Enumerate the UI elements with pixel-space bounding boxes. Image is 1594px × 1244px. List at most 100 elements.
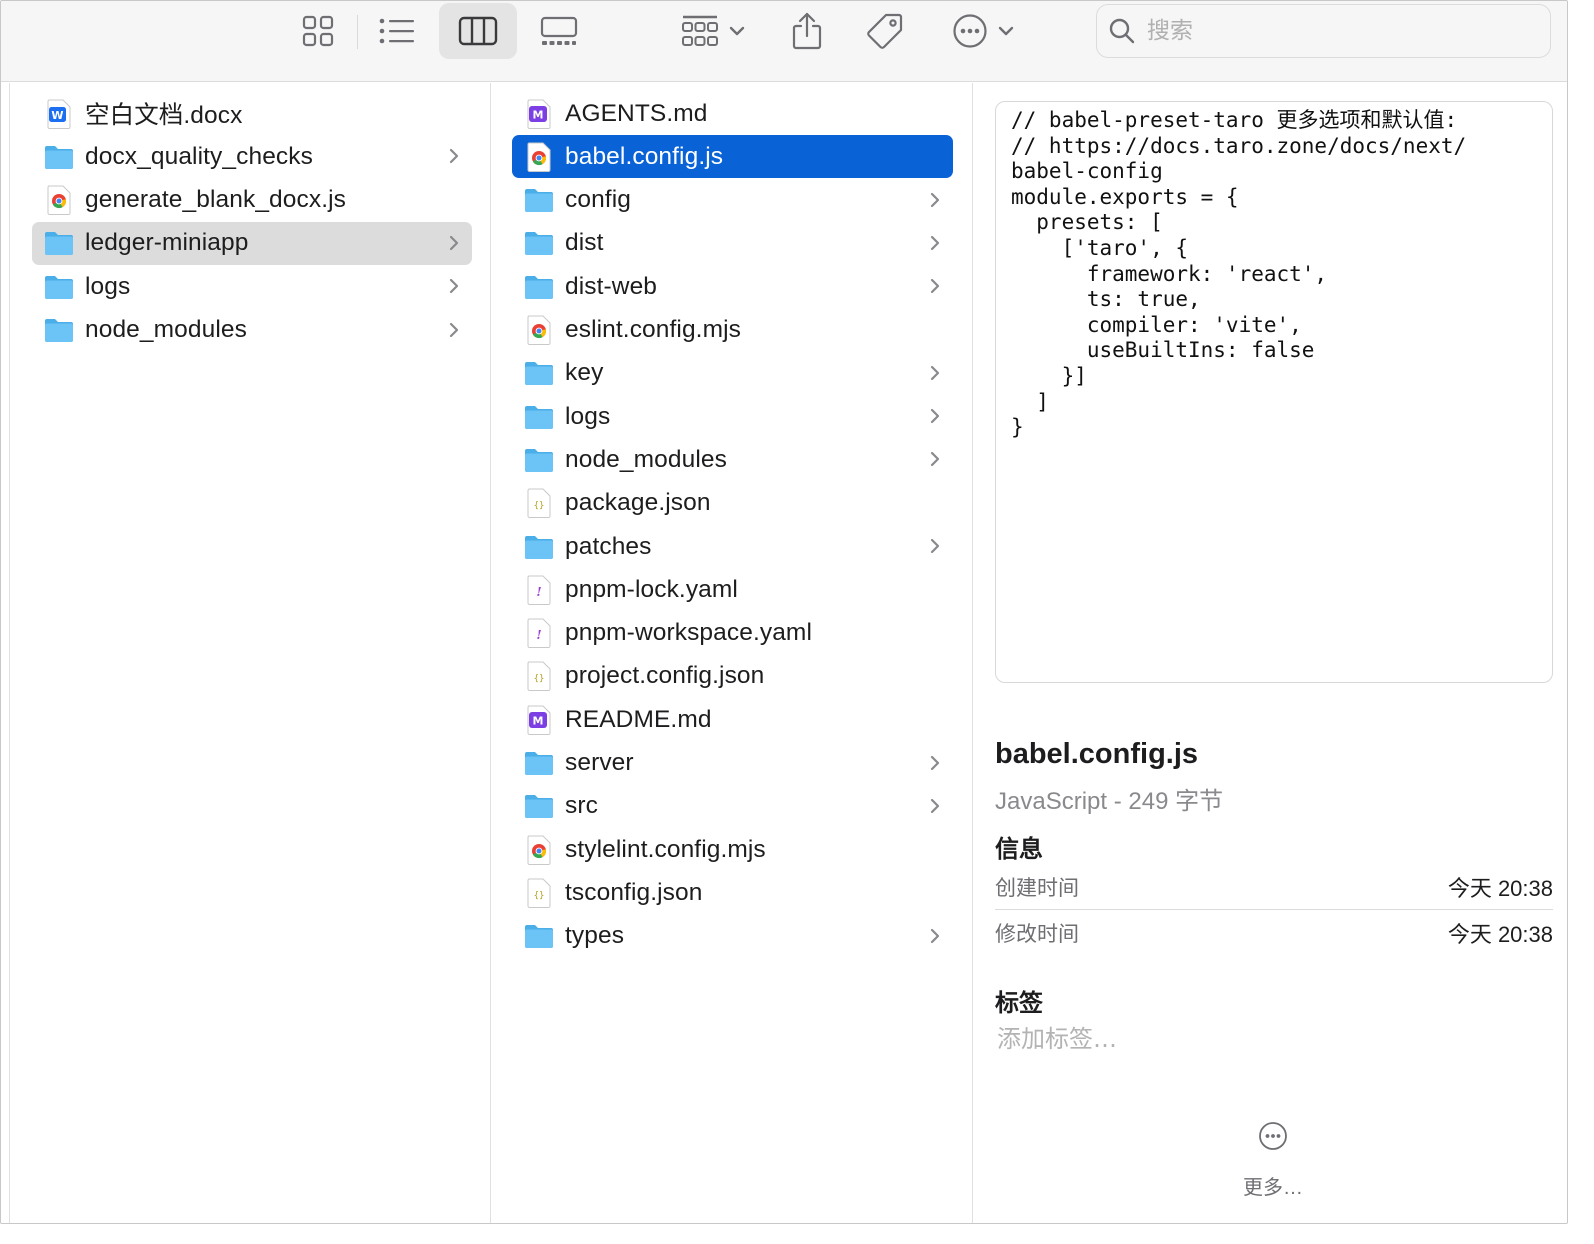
svg-text:W: W bbox=[51, 109, 63, 122]
item-name: babel.config.js bbox=[565, 142, 724, 170]
chrome-doc-icon bbox=[522, 140, 556, 174]
folder-row[interactable]: key bbox=[512, 352, 953, 395]
folder-row[interactable]: patches bbox=[512, 525, 953, 568]
folder-row[interactable]: docx_quality_checks bbox=[32, 135, 472, 178]
gallery-icon bbox=[540, 16, 578, 45]
add-tags-input[interactable] bbox=[997, 1025, 1397, 1053]
chrome-doc-icon bbox=[42, 183, 76, 217]
chevron-right-icon bbox=[448, 321, 460, 344]
file-row[interactable]: stylelint.config.mjs bbox=[512, 828, 953, 871]
columns-icon bbox=[458, 16, 498, 46]
folder-row[interactable]: server bbox=[512, 742, 953, 785]
tag-icon bbox=[867, 13, 903, 49]
finder-window: W 空白文档.docx docx_quality_checks generate_bl… bbox=[0, 0, 1568, 1224]
search-icon bbox=[1109, 18, 1135, 44]
search-input[interactable] bbox=[1147, 18, 1527, 44]
chevron-down-icon bbox=[729, 26, 745, 36]
file-row[interactable]: M AGENTS.md bbox=[512, 92, 953, 135]
chevron-right-icon bbox=[448, 147, 460, 170]
folder-icon bbox=[522, 919, 556, 953]
folder-icon bbox=[522, 226, 556, 260]
info-divider bbox=[995, 909, 1553, 910]
folder-row[interactable]: ledger-miniapp bbox=[32, 221, 472, 265]
folder-row[interactable]: node_modules bbox=[32, 309, 472, 352]
search-field[interactable] bbox=[1096, 4, 1551, 58]
folder-row[interactable]: src bbox=[512, 785, 953, 828]
folder-icon bbox=[522, 183, 556, 217]
column-view-button[interactable] bbox=[439, 3, 517, 59]
grid-icon bbox=[302, 15, 334, 47]
file-row[interactable]: M README.md bbox=[512, 698, 953, 741]
toolbar-divider bbox=[357, 15, 358, 49]
file-row[interactable]: ! pnpm-lock.yaml bbox=[512, 568, 953, 611]
json-doc-icon: {} bbox=[522, 876, 556, 910]
more-button[interactable]: 更多… bbox=[1231, 1121, 1315, 1200]
item-name: dist-web bbox=[565, 272, 658, 300]
item-name: server bbox=[565, 749, 634, 776]
item-name: node_modules bbox=[85, 316, 247, 343]
chevron-right-icon bbox=[929, 754, 941, 777]
file-preview: // babel-preset-taro 更多选项和默认值: // https:… bbox=[995, 101, 1553, 683]
svg-text:{}: {} bbox=[534, 674, 545, 684]
folder-row[interactable]: node_modules bbox=[512, 438, 953, 481]
svg-text:!: ! bbox=[536, 585, 541, 599]
modified-value: 今天 20:38 bbox=[1447, 922, 1553, 947]
item-name: patches bbox=[565, 532, 652, 560]
column-parent: W 空白文档.docx docx_quality_checks generate_bl… bbox=[9, 83, 491, 1223]
item-name: types bbox=[565, 922, 625, 950]
chevron-right-icon bbox=[929, 407, 941, 430]
file-row[interactable]: eslint.config.mjs bbox=[512, 309, 953, 352]
toolbar bbox=[1, 1, 1567, 82]
svg-text:!: ! bbox=[536, 628, 541, 642]
file-row[interactable]: generate_blank_docx.js bbox=[32, 179, 472, 222]
json-doc-icon: {} bbox=[522, 659, 556, 693]
tags-button[interactable] bbox=[859, 3, 911, 59]
item-name: tsconfig.json bbox=[565, 878, 703, 906]
markdown-doc-icon: M bbox=[522, 97, 556, 131]
file-row[interactable]: babel.config.js bbox=[512, 135, 953, 179]
file-row[interactable]: W 空白文档.docx bbox=[32, 92, 472, 135]
folder-row[interactable]: dist bbox=[512, 222, 953, 265]
word-doc-icon: W bbox=[42, 97, 76, 131]
ellipsis-circle-icon bbox=[1259, 1122, 1287, 1150]
file-row[interactable]: ! pnpm-workspace.yaml bbox=[512, 612, 953, 655]
markdown-doc-icon: M bbox=[522, 703, 556, 737]
folder-row[interactable]: types bbox=[512, 915, 953, 958]
chevron-right-icon bbox=[929, 927, 941, 950]
folder-row[interactable]: config bbox=[512, 179, 953, 222]
item-name: pnpm-lock.yaml bbox=[565, 575, 738, 603]
item-name: logs bbox=[565, 402, 611, 430]
chevron-right-icon bbox=[929, 537, 941, 560]
item-name: pnpm-workspace.yaml bbox=[565, 619, 812, 647]
list-view-button[interactable] bbox=[369, 3, 425, 59]
more-label: 更多… bbox=[1243, 1177, 1303, 1199]
yaml-doc-icon: ! bbox=[522, 616, 556, 650]
item-name: config bbox=[565, 186, 631, 214]
chevron-right-icon bbox=[929, 191, 941, 214]
folder-icon bbox=[522, 746, 556, 780]
folder-icon bbox=[522, 443, 556, 477]
icon-view-button[interactable] bbox=[291, 3, 345, 59]
svg-text:{}: {} bbox=[534, 501, 545, 511]
item-name: dist bbox=[565, 229, 604, 257]
item-name: key bbox=[565, 359, 604, 387]
folder-row[interactable]: logs bbox=[32, 265, 472, 308]
action-menu-button[interactable] bbox=[945, 3, 1021, 59]
chevron-right-icon bbox=[448, 277, 460, 300]
file-row[interactable]: {} project.config.json bbox=[512, 655, 953, 698]
folder-row[interactable]: logs bbox=[512, 395, 953, 438]
group-icon bbox=[682, 15, 718, 46]
file-row[interactable]: {} package.json bbox=[512, 482, 953, 525]
gallery-view-button[interactable] bbox=[529, 3, 589, 59]
chevron-right-icon bbox=[448, 234, 460, 257]
modified-row: 修改时间 今天 20:38 bbox=[995, 911, 1553, 955]
folder-row[interactable]: dist-web bbox=[512, 265, 953, 308]
group-by-button[interactable] bbox=[673, 3, 753, 59]
folder-icon bbox=[522, 530, 556, 564]
folder-icon bbox=[42, 270, 76, 304]
file-row[interactable]: {} tsconfig.json bbox=[512, 871, 953, 914]
chevron-right-icon bbox=[929, 277, 941, 300]
item-name: README.md bbox=[565, 705, 712, 733]
item-name: AGENTS.md bbox=[565, 99, 708, 127]
share-button[interactable] bbox=[783, 3, 831, 59]
